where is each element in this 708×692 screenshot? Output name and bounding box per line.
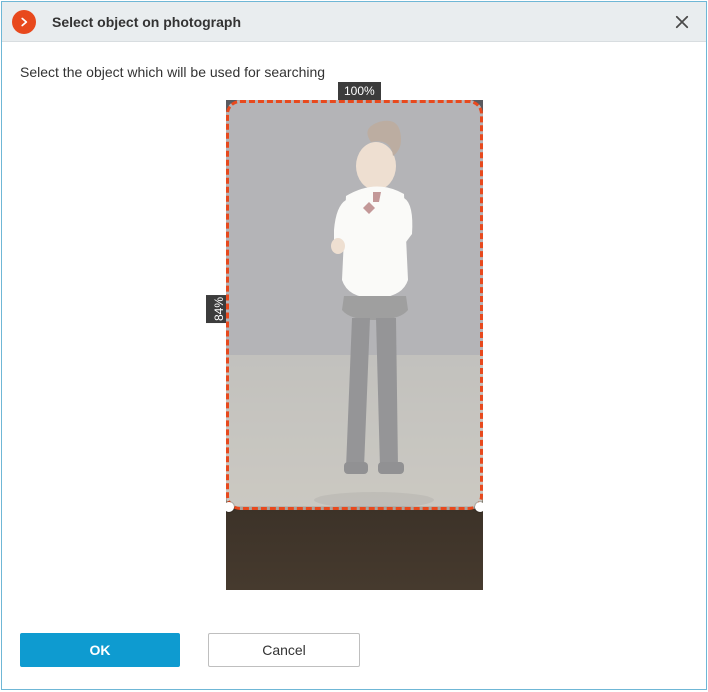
app-icon (12, 10, 36, 34)
close-button[interactable] (668, 8, 696, 36)
ok-button[interactable]: OK (20, 633, 180, 667)
image-stage: 100% 84% (20, 90, 688, 610)
photograph[interactable] (226, 100, 483, 590)
dialog-select-object: Select object on photograph Select the o… (1, 1, 707, 690)
titlebar: Select object on photograph (2, 2, 706, 42)
footer: OK Cancel (2, 623, 706, 689)
dialog-title: Select object on photograph (52, 14, 241, 30)
chevron-right-circle-icon (17, 15, 31, 29)
cancel-button[interactable]: Cancel (208, 633, 360, 667)
content-area: Select the object which will be used for… (2, 42, 706, 623)
instruction-text: Select the object which will be used for… (20, 64, 688, 80)
selection-handle-bottom-right[interactable] (475, 502, 483, 512)
selection-width-label: 100% (338, 82, 381, 100)
close-icon (675, 15, 689, 29)
selection-box[interactable] (226, 100, 483, 510)
